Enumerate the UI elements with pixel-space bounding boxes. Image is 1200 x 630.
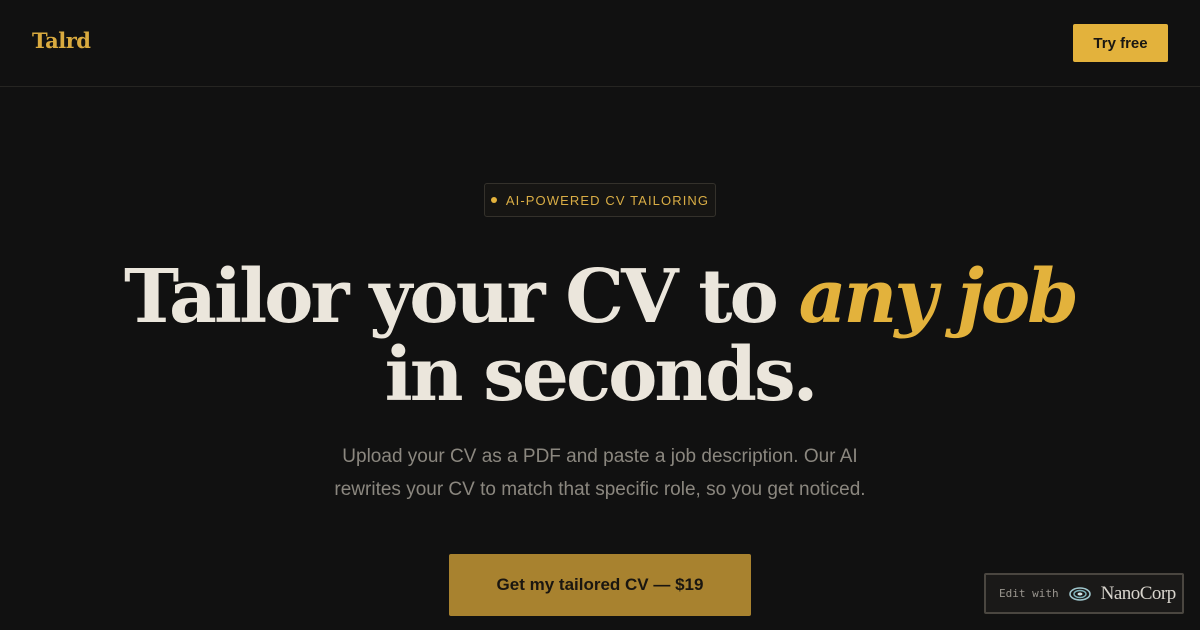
edit-with-label: Edit with xyxy=(999,587,1059,600)
hero-headline: Tailor your CV to any job in seconds. xyxy=(0,258,1200,414)
subtitle-line-1: Upload your CV as a PDF and paste a job … xyxy=(342,446,858,467)
badge-dot-icon xyxy=(490,197,497,203)
badge-label: AI-POWERED CV TAILORING xyxy=(505,192,710,208)
subtitle-line-2: rewrites your CV to match that specific … xyxy=(334,479,866,500)
feature-badge: AI-POWERED CV TAILORING xyxy=(484,183,716,217)
headline-accent: any job xyxy=(798,254,1079,340)
hero-subtitle: Upload your CV as a PDF and paste a job … xyxy=(300,440,900,506)
headline-part-1: Tailor your CV to xyxy=(124,254,799,340)
headline-part-2: in seconds. xyxy=(384,332,819,418)
top-navigation: Talrd Try free xyxy=(0,0,1200,87)
nanocorp-logo-icon xyxy=(1068,586,1091,601)
edit-with-nanocorp-badge[interactable]: Edit with NanoCorp xyxy=(984,573,1184,614)
logo[interactable]: Talrd xyxy=(32,28,91,53)
nanocorp-brand: NanoCorp xyxy=(1100,582,1177,604)
try-free-button[interactable]: Try free xyxy=(1073,24,1168,62)
get-tailored-cv-button[interactable]: Get my tailored CV — $19 xyxy=(449,554,751,616)
